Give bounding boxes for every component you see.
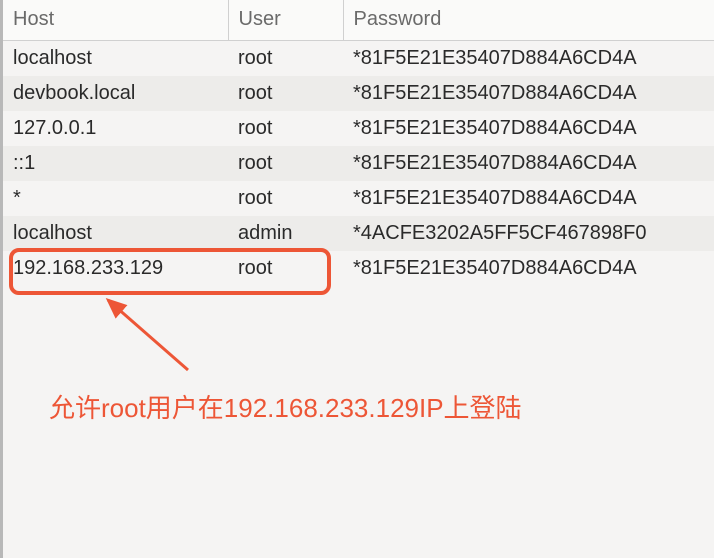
cell-user[interactable]: root xyxy=(228,181,343,216)
cell-host[interactable]: localhost xyxy=(3,40,228,76)
cell-user[interactable]: root xyxy=(228,76,343,111)
table-row[interactable]: ::1 root *81F5E21E35407D884A6CD4A xyxy=(3,146,714,181)
cell-password[interactable]: *81F5E21E35407D884A6CD4A xyxy=(343,251,714,286)
cell-user[interactable]: admin xyxy=(228,216,343,251)
table-row[interactable]: 192.168.233.129 root *81F5E21E35407D884A… xyxy=(3,251,714,286)
table-body: localhost root *81F5E21E35407D884A6CD4A … xyxy=(3,40,714,286)
table-row[interactable]: 127.0.0.1 root *81F5E21E35407D884A6CD4A xyxy=(3,111,714,146)
cell-user[interactable]: root xyxy=(228,40,343,76)
cell-user[interactable]: root xyxy=(228,146,343,181)
cell-password[interactable]: *4ACFE3202A5FF5CF467898F0 xyxy=(343,216,714,251)
cell-host[interactable]: localhost xyxy=(3,216,228,251)
cell-host[interactable]: * xyxy=(3,181,228,216)
table-row[interactable]: localhost root *81F5E21E35407D884A6CD4A xyxy=(3,40,714,76)
table-row[interactable]: localhost admin *4ACFE3202A5FF5CF467898F… xyxy=(3,216,714,251)
table-header-row: Host User Password xyxy=(3,0,714,40)
cell-host[interactable]: devbook.local xyxy=(3,76,228,111)
table-container: Host User Password localhost root *81F5E… xyxy=(0,0,714,558)
cell-password[interactable]: *81F5E21E35407D884A6CD4A xyxy=(343,111,714,146)
cell-password[interactable]: *81F5E21E35407D884A6CD4A xyxy=(343,76,714,111)
cell-host[interactable]: 192.168.233.129 xyxy=(3,251,228,286)
cell-password[interactable]: *81F5E21E35407D884A6CD4A xyxy=(343,181,714,216)
cell-password[interactable]: *81F5E21E35407D884A6CD4A xyxy=(343,40,714,76)
arrow-annotation-icon xyxy=(88,290,208,380)
annotation-text: 允许root用户在192.168.233.129IP上登陆 xyxy=(49,388,522,425)
cell-host[interactable]: 127.0.0.1 xyxy=(3,111,228,146)
cell-password[interactable]: *81F5E21E35407D884A6CD4A xyxy=(343,146,714,181)
cell-user[interactable]: root xyxy=(228,251,343,286)
cell-user[interactable]: root xyxy=(228,111,343,146)
table-row[interactable]: * root *81F5E21E35407D884A6CD4A xyxy=(3,181,714,216)
column-header-password[interactable]: Password xyxy=(343,0,714,40)
column-header-user[interactable]: User xyxy=(228,0,343,40)
cell-host[interactable]: ::1 xyxy=(3,146,228,181)
column-header-host[interactable]: Host xyxy=(3,0,228,40)
table-row[interactable]: devbook.local root *81F5E21E35407D884A6C… xyxy=(3,76,714,111)
user-accounts-table: Host User Password localhost root *81F5E… xyxy=(3,0,714,286)
